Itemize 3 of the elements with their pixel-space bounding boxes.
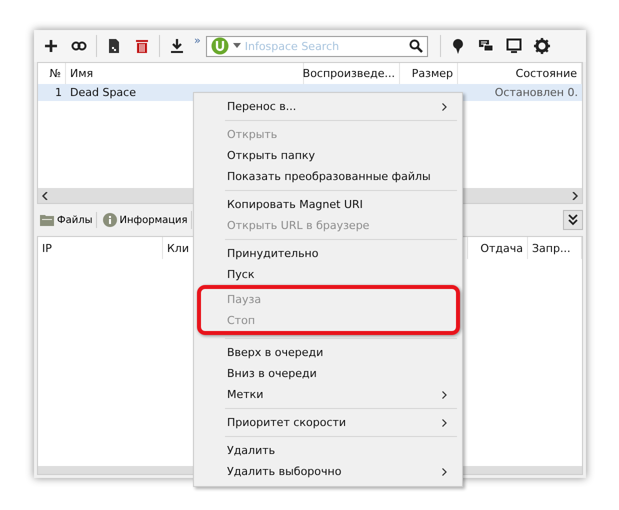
table-cell: Остановлен 0. bbox=[494, 86, 578, 99]
table-cell: 1 bbox=[55, 86, 62, 99]
table-cell: Dead Space bbox=[70, 86, 136, 99]
